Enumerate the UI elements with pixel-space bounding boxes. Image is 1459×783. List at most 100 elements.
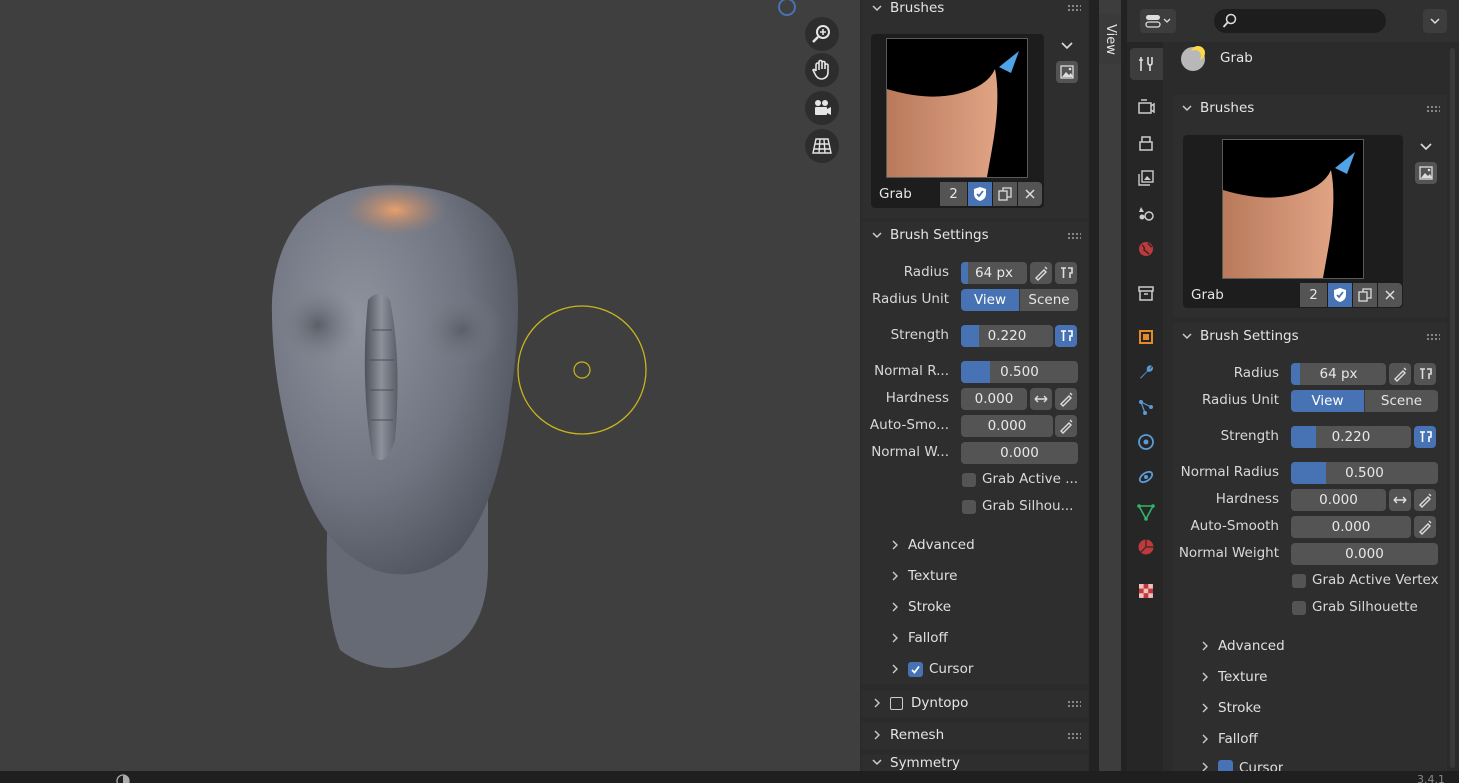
zoom-icon[interactable] <box>805 17 839 51</box>
physics-icon[interactable] <box>1135 431 1157 453</box>
fake-user-shield-icon[interactable] <box>1328 283 1352 307</box>
advanced-subpanel[interactable]: Advanced <box>888 537 975 553</box>
brush-preview-box[interactable]: Grab 2 <box>871 34 1044 208</box>
cursor-subpanel[interactable]: Cursor <box>1198 760 1283 771</box>
scrollbar[interactable] <box>1450 48 1455 768</box>
object-icon[interactable] <box>1135 326 1157 348</box>
camera-icon[interactable] <box>805 91 839 125</box>
constraints-icon[interactable] <box>1135 466 1157 488</box>
drag-grip-icon[interactable] <box>1426 105 1440 113</box>
strength-pressure-toggle-icon[interactable] <box>1055 325 1077 347</box>
search-input[interactable] <box>1214 9 1386 33</box>
brush-name-field[interactable]: Grab <box>871 182 938 206</box>
dyntopo-header[interactable]: Dyntopo <box>870 690 968 716</box>
grab-active-vertex-checkbox[interactable] <box>1292 574 1306 588</box>
brush-users-count[interactable]: 2 <box>1300 283 1327 307</box>
close-icon[interactable] <box>1378 283 1402 307</box>
unit-scene-option[interactable]: Scene <box>1019 289 1078 311</box>
image-icon[interactable] <box>1056 61 1078 83</box>
drag-grip-icon[interactable] <box>1067 4 1081 12</box>
normal-weight-field[interactable]: 0.000 <box>1291 543 1438 565</box>
hardness-field[interactable]: 0.000 <box>961 388 1027 410</box>
chevron-down-icon[interactable] <box>1056 34 1078 56</box>
radius-pressure-toggle-icon[interactable] <box>1414 363 1436 385</box>
grab-silhouette-checkbox[interactable] <box>1292 601 1306 615</box>
drag-grip-icon[interactable] <box>1067 232 1081 240</box>
radius-unit-toggle[interactable]: View Scene <box>1291 390 1438 412</box>
auto-smooth-field[interactable]: 0.000 <box>961 415 1053 437</box>
options-dropdown[interactable] <box>1423 9 1447 33</box>
unit-view-option[interactable]: View <box>961 289 1019 311</box>
normal-weight-field[interactable]: 0.000 <box>961 442 1078 464</box>
collection-icon[interactable] <box>1135 282 1157 304</box>
brush-preview-box[interactable]: Grab 2 <box>1183 135 1403 308</box>
duplicate-icon[interactable] <box>993 182 1017 206</box>
radius-field[interactable]: 64 px <box>1291 363 1386 385</box>
tab-view[interactable]: View <box>1099 14 1121 64</box>
brushes-header[interactable]: Brushes <box>870 0 944 21</box>
brush-settings-header[interactable]: Brush Settings <box>1180 323 1299 349</box>
falloff-subpanel[interactable]: Falloff <box>1198 731 1258 747</box>
invert-arrows-icon[interactable] <box>1389 489 1411 511</box>
dyntopo-checkbox[interactable] <box>890 696 903 710</box>
drag-grip-icon[interactable] <box>1067 732 1081 740</box>
pen-pressure-icon[interactable] <box>1055 415 1077 437</box>
drag-grip-icon[interactable] <box>1067 700 1081 708</box>
invert-arrows-icon[interactable] <box>1030 388 1052 410</box>
view-layer-icon[interactable] <box>1135 167 1157 189</box>
remesh-header[interactable]: Remesh <box>870 722 944 748</box>
normal-radius-field[interactable]: 0.500 <box>961 361 1078 383</box>
advanced-subpanel[interactable]: Advanced <box>1198 638 1285 654</box>
editor-type-dropdown[interactable] <box>1140 9 1176 33</box>
stroke-subpanel[interactable]: Stroke <box>888 599 951 615</box>
strength-field[interactable]: 0.220 <box>1291 426 1411 448</box>
brushes-header[interactable]: Brushes <box>1180 95 1254 121</box>
cursor-checkbox[interactable] <box>908 661 923 677</box>
radius-unit-toggle[interactable]: View Scene <box>961 289 1078 311</box>
output-icon[interactable] <box>1135 132 1157 154</box>
particles-icon[interactable] <box>1135 396 1157 418</box>
grab-silhouette-checkbox[interactable] <box>962 500 976 514</box>
brush-settings-header[interactable]: Brush Settings <box>870 222 989 248</box>
material-icon[interactable] <box>1135 536 1157 558</box>
pen-pressure-icon[interactable] <box>1055 388 1077 410</box>
radius-field[interactable]: 64 px <box>961 262 1027 284</box>
radius-pressure-toggle-icon[interactable] <box>1055 262 1077 284</box>
pen-pressure-icon[interactable] <box>1030 262 1052 284</box>
texture-checker-icon[interactable] <box>1135 580 1157 602</box>
hardness-field[interactable]: 0.000 <box>1291 489 1386 511</box>
grab-active-vertex-checkbox[interactable] <box>962 473 976 487</box>
cursor-subpanel[interactable]: Cursor <box>888 661 973 677</box>
grid-ortho-icon[interactable] <box>805 129 839 163</box>
unit-scene-option[interactable]: Scene <box>1364 390 1438 412</box>
strength-pressure-toggle-icon[interactable] <box>1414 426 1436 448</box>
drag-grip-icon[interactable] <box>1426 333 1440 341</box>
world-icon[interactable] <box>1135 238 1157 260</box>
normal-radius-field[interactable]: 0.500 <box>1291 462 1438 484</box>
scene-icon[interactable] <box>1135 202 1157 224</box>
symmetry-header[interactable]: Symmetry <box>870 755 960 771</box>
tool-icon[interactable] <box>1135 53 1157 75</box>
strength-field[interactable]: 0.220 <box>961 325 1053 347</box>
close-icon[interactable] <box>1018 182 1042 206</box>
brush-users-count[interactable]: 2 <box>940 182 967 206</box>
pen-pressure-icon[interactable] <box>1414 516 1436 538</box>
render-icon[interactable] <box>1135 96 1157 118</box>
hand-pan-icon[interactable] <box>805 53 839 87</box>
unit-view-option[interactable]: View <box>1291 390 1364 412</box>
mesh-data-icon[interactable] <box>1135 501 1157 523</box>
chevron-down-icon[interactable] <box>1415 135 1437 157</box>
duplicate-icon[interactable] <box>1353 283 1377 307</box>
pen-pressure-icon[interactable] <box>1389 363 1411 385</box>
fake-user-shield-icon[interactable] <box>968 182 992 206</box>
modifier-wrench-icon[interactable] <box>1135 361 1157 383</box>
stroke-subpanel[interactable]: Stroke <box>1198 700 1261 716</box>
cursor-checkbox[interactable] <box>1218 760 1233 771</box>
3d-viewport[interactable] <box>0 0 860 771</box>
pen-pressure-icon[interactable] <box>1414 489 1436 511</box>
falloff-subpanel[interactable]: Falloff <box>888 630 948 646</box>
texture-subpanel[interactable]: Texture <box>1198 669 1267 685</box>
brush-name-field[interactable]: Grab <box>1183 283 1298 307</box>
image-icon[interactable] <box>1415 162 1437 184</box>
auto-smooth-field[interactable]: 0.000 <box>1291 516 1411 538</box>
